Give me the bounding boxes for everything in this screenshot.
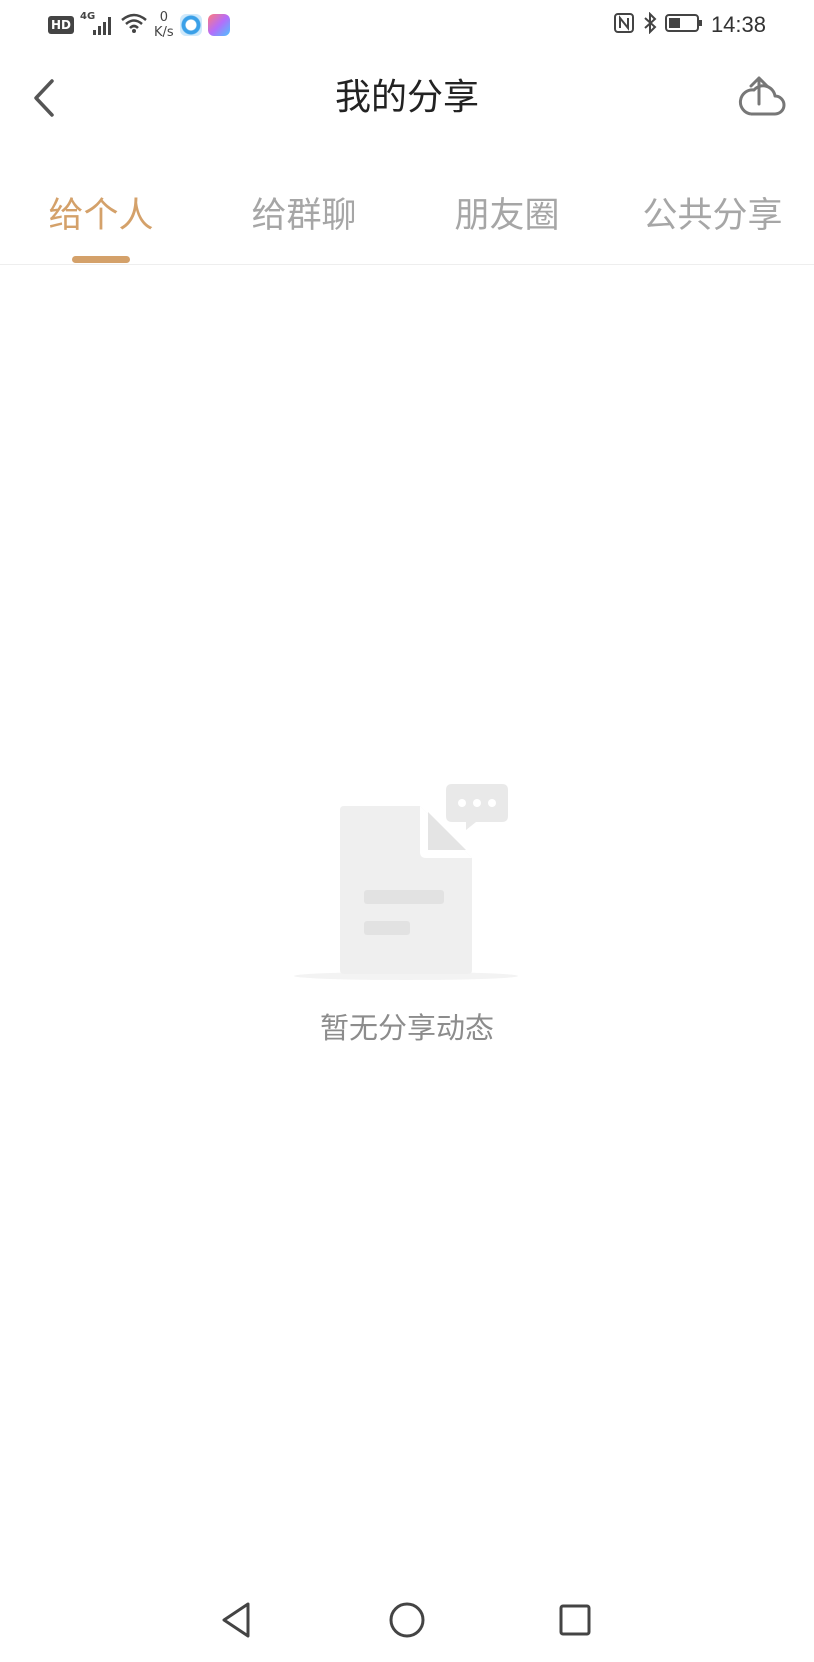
tab-moments[interactable]: 朋友圈 [417,192,597,240]
status-time: 14:38 [710,12,766,37]
tab-public-share[interactable]: 公共分享 [620,192,805,240]
page-title: 我的分享 [334,77,479,118]
nav-back-button[interactable] [212,1596,260,1644]
wifi-icon [120,12,148,38]
speed-unit: K/s [154,25,174,40]
home-circle-icon [389,1602,425,1638]
nfc-icon [613,12,635,38]
hd-icon: HD [48,16,75,34]
empty-message: 暂无分享动态 [319,1011,494,1045]
bluetooth-icon [643,11,657,38]
app-notification-icon [179,14,202,36]
system-nav-bar [0,1580,814,1662]
battery-icon [664,13,703,37]
status-bar-right: 14:38 [613,10,766,40]
back-triangle-icon [222,1602,250,1638]
upload-button[interactable] [734,70,790,126]
app-notification-icon [207,14,230,36]
empty-document-chat-icon [294,784,518,980]
cloud-upload-icon [738,76,786,116]
signal-icon: 4G [80,11,114,37]
tab-personal[interactable]: 给个人 [11,192,191,240]
recents-square-icon [559,1604,591,1636]
network-speed: 0 K/s [154,10,174,40]
status-bar: HD 4G 0 K/s 14:38 [0,0,814,50]
header: 我的分享 [0,60,814,136]
empty-state: 暂无分享动态 [0,780,814,1060]
tab-bar: 给个人 给群聊 朋友圈 公共分享 [0,180,814,265]
nav-home-button[interactable] [383,1596,431,1644]
speed-value: 0 [159,10,168,25]
active-tab-indicator [72,256,130,263]
tab-group-chat[interactable]: 给群聊 [214,192,394,240]
status-bar-left: HD 4G 0 K/s [48,10,230,40]
nav-recents-button[interactable] [551,1596,599,1644]
